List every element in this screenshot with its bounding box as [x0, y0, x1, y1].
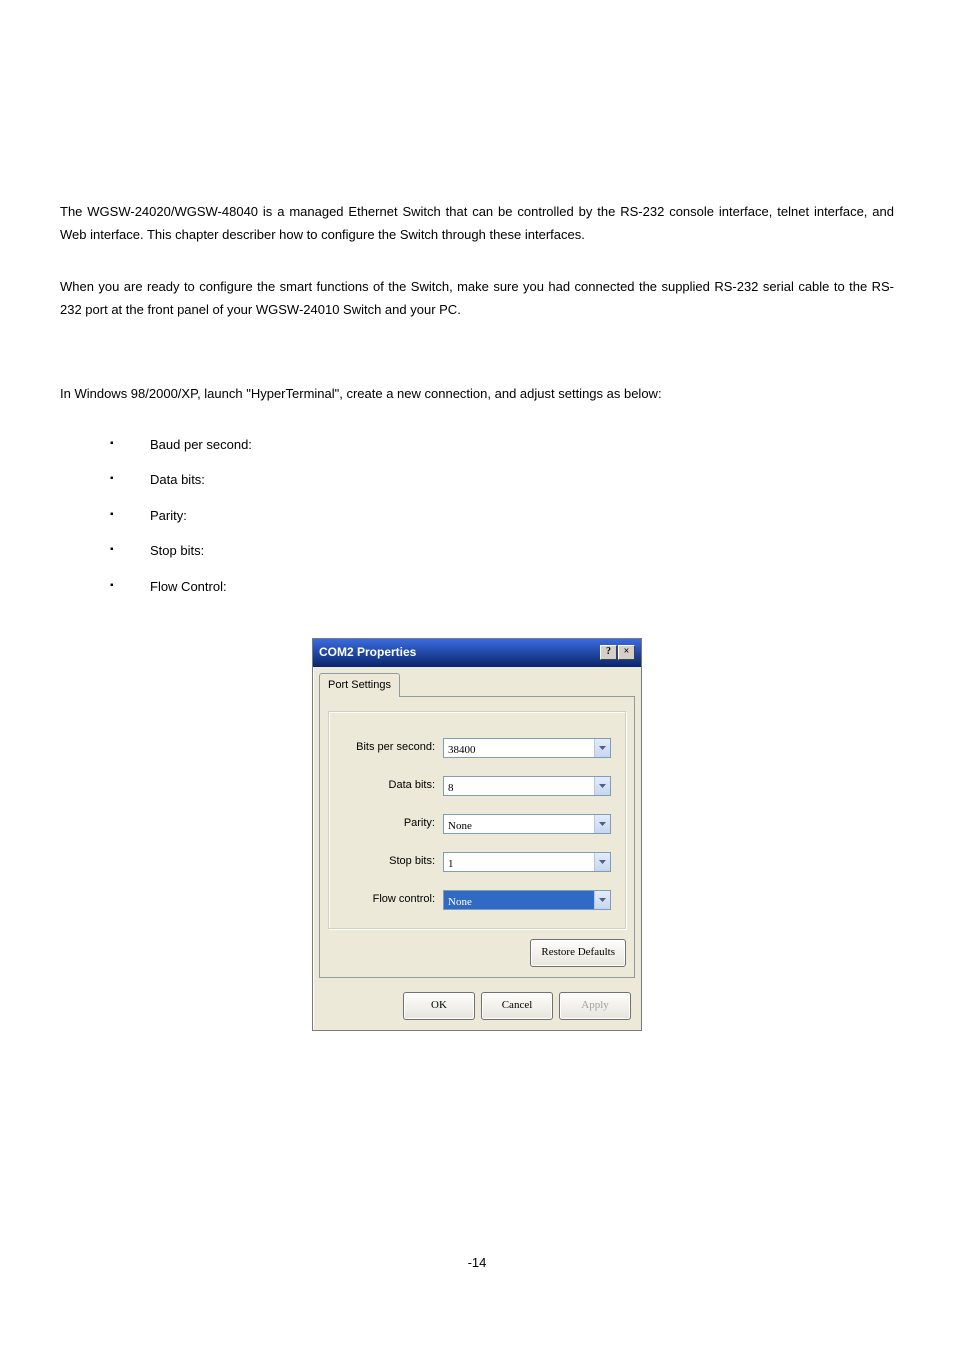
stopbits-value: 1	[444, 853, 594, 871]
label-parity: Parity:	[343, 814, 443, 834]
list-item: Baud per second:	[110, 433, 894, 456]
tab-port-settings[interactable]: Port Settings	[319, 673, 400, 698]
label-flow: Flow control:	[343, 890, 443, 910]
ok-button[interactable]: OK	[403, 992, 475, 1020]
chevron-down-icon[interactable]	[594, 777, 610, 795]
label-databits: Data bits:	[343, 776, 443, 796]
close-button[interactable]: ×	[618, 645, 635, 660]
list-item: Stop bits:	[110, 539, 894, 562]
parity-combo[interactable]: None	[443, 814, 611, 834]
parity-value: None	[444, 815, 594, 833]
label-bps: Bits per second:	[343, 738, 443, 758]
settings-group: Bits per second: 38400 Data bits: 8 Pari…	[328, 711, 626, 929]
intro-paragraph-2: When you are ready to configure the smar…	[60, 275, 894, 322]
label-stopbits: Stop bits:	[343, 852, 443, 872]
databits-value: 8	[444, 777, 594, 795]
flow-combo[interactable]: None	[443, 890, 611, 910]
restore-defaults-button[interactable]: Restore Defaults	[530, 939, 626, 967]
databits-combo[interactable]: 8	[443, 776, 611, 796]
setup-instruction: In Windows 98/2000/XP, launch "HyperTerm…	[60, 382, 894, 405]
intro-paragraph-1: The WGSW-24020/WGSW-48040 is a managed E…	[60, 200, 894, 247]
bps-value: 38400	[444, 739, 594, 757]
apply-button[interactable]: Apply	[559, 992, 631, 1020]
cancel-button[interactable]: Cancel	[481, 992, 553, 1020]
dialog-titlebar[interactable]: COM2 Properties ? ×	[313, 639, 641, 667]
dialog-title: COM2 Properties	[319, 642, 416, 664]
chevron-down-icon[interactable]	[594, 739, 610, 757]
list-item: Parity:	[110, 504, 894, 527]
chevron-down-icon[interactable]	[594, 815, 610, 833]
chevron-down-icon[interactable]	[594, 891, 610, 909]
settings-list: Baud per second: Data bits: Parity: Stop…	[60, 433, 894, 598]
flow-value: None	[444, 891, 594, 909]
chevron-down-icon[interactable]	[594, 853, 610, 871]
stopbits-combo[interactable]: 1	[443, 852, 611, 872]
bps-combo[interactable]: 38400	[443, 738, 611, 758]
list-item: Data bits:	[110, 468, 894, 491]
help-button[interactable]: ?	[600, 645, 617, 660]
com-properties-dialog: COM2 Properties ? × Port Settings Bits p…	[312, 638, 642, 1031]
page-number: -14	[60, 1251, 894, 1274]
list-item: Flow Control:	[110, 575, 894, 598]
